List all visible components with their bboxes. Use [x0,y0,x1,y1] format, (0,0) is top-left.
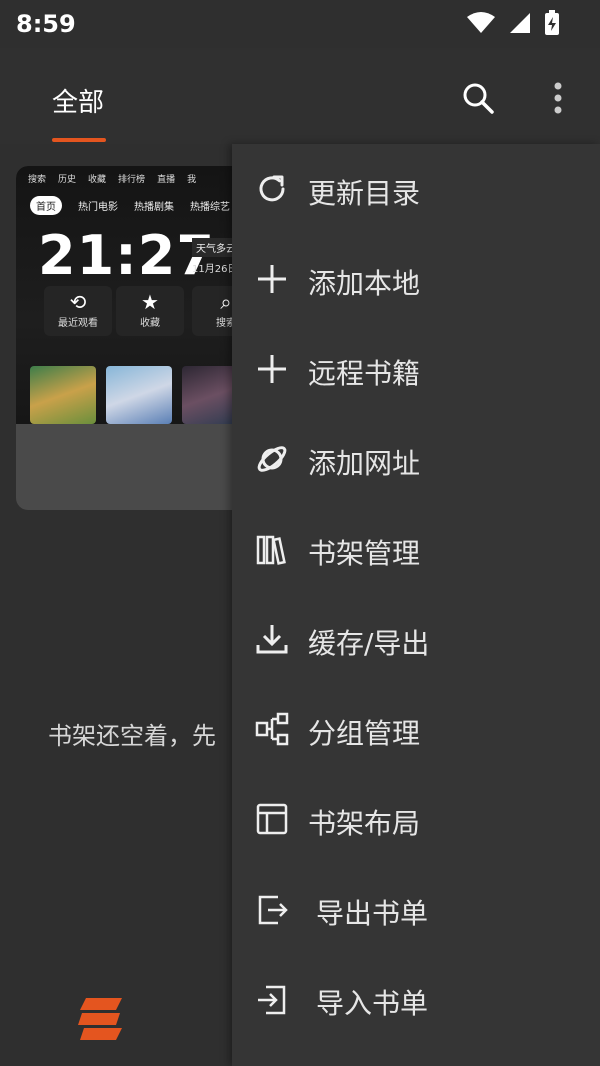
plus-icon [258,265,286,293]
preview-date: 11月26日 [192,264,238,275]
status-icons [466,10,560,36]
battery-charging-icon [545,10,559,35]
preview-shortcut: ★ 收藏 [116,286,184,336]
preview-shortcut-label: 最近观看 [58,318,98,329]
menu-item-cache-export[interactable]: 缓存/导出 [232,594,600,684]
menu-item-add-local[interactable]: 添加本地 [232,234,600,324]
menu-item-add-url[interactable]: 添加网址 [232,414,600,504]
preview-nav-item: 收藏 [88,175,107,185]
wifi-icon [467,12,495,33]
preview-nav-item: 我 [187,175,197,185]
empty-shelf-message: 书架还空着，先 [48,722,216,750]
signal-icon [510,13,530,33]
planet-icon [257,446,287,472]
download-icon [256,625,288,654]
poster-thumbnail [30,366,96,424]
preview-nav-item: 历史 [58,175,77,185]
star-icon: ★ [141,290,159,314]
preview-nav-item: 搜索 [28,175,47,185]
menu-item-label: 添加本地 [308,267,421,300]
preview-tabs: 首页 热门电影 热播剧集 热播综艺 [30,196,230,215]
menu-item-group-manage[interactable]: 分组管理 [232,684,600,774]
tab-all[interactable]: 全部 [52,82,104,119]
preview-tab: 首页 [30,196,62,215]
menu-item-export-booklist[interactable]: 导出书单 [232,864,600,954]
layout-icon [256,803,288,835]
app-bar: 全部 [0,48,600,144]
menu-item-remote-books[interactable]: 远程书籍 [232,324,600,414]
menu-item-label: 添加网址 [308,447,421,480]
menu-item-import-booklist[interactable]: 导入书单 [232,954,600,1044]
preview-tab: 热播综艺 [190,202,230,213]
menu-item-label: 远程书籍 [308,357,421,390]
menu-item-label: 书架布局 [308,807,421,840]
menu-item-label: 缓存/导出 [308,627,430,660]
tab-indicator [52,138,106,142]
refresh-icon [259,175,285,202]
history-icon: ⟲ [69,290,87,314]
more-options-icon[interactable] [540,80,576,116]
preview-tab: 热门电影 [78,202,118,213]
preview-nav-item: 排行榜 [118,175,146,185]
menu-item-update-catalog[interactable]: 更新目录 [232,144,600,234]
bookshelf-icon [256,535,286,565]
menu-item-label: 导出书单 [316,897,429,930]
menu-item-bookshelf-manage[interactable]: 书架管理 [232,504,600,594]
export-icon [258,895,288,925]
menu-item-label: 导入书单 [316,987,429,1020]
menu-item-label: 分组管理 [308,717,421,750]
preview-clock: 21:27 [38,224,215,287]
preview-nav: 搜索 历史 收藏 排行榜 直播 我 [28,172,196,185]
group-icon [255,712,289,746]
preview-tab: 热播剧集 [134,202,174,213]
preview-shortcut-label: 收藏 [140,318,160,329]
menu-item-label: 更新目录 [308,177,421,210]
search-icon[interactable] [460,80,496,116]
preview-shortcut: ⟲ 最近观看 [44,286,112,336]
overflow-menu: 更新目录 添加本地 远程书籍 添加网址 书架管理 缓存/导出 分组管理 书架布局… [232,144,600,1066]
menu-item-label: 书架管理 [308,537,421,570]
status-time: 8:59 [16,10,76,38]
import-icon [258,985,286,1015]
status-bar: 8:59 [0,0,600,48]
poster-thumbnail [106,366,172,424]
app-logo-icon [78,998,122,1040]
menu-item-bookshelf-layout[interactable]: 书架布局 [232,774,600,864]
plus-icon [258,355,286,383]
preview-nav-item: 直播 [157,175,176,185]
